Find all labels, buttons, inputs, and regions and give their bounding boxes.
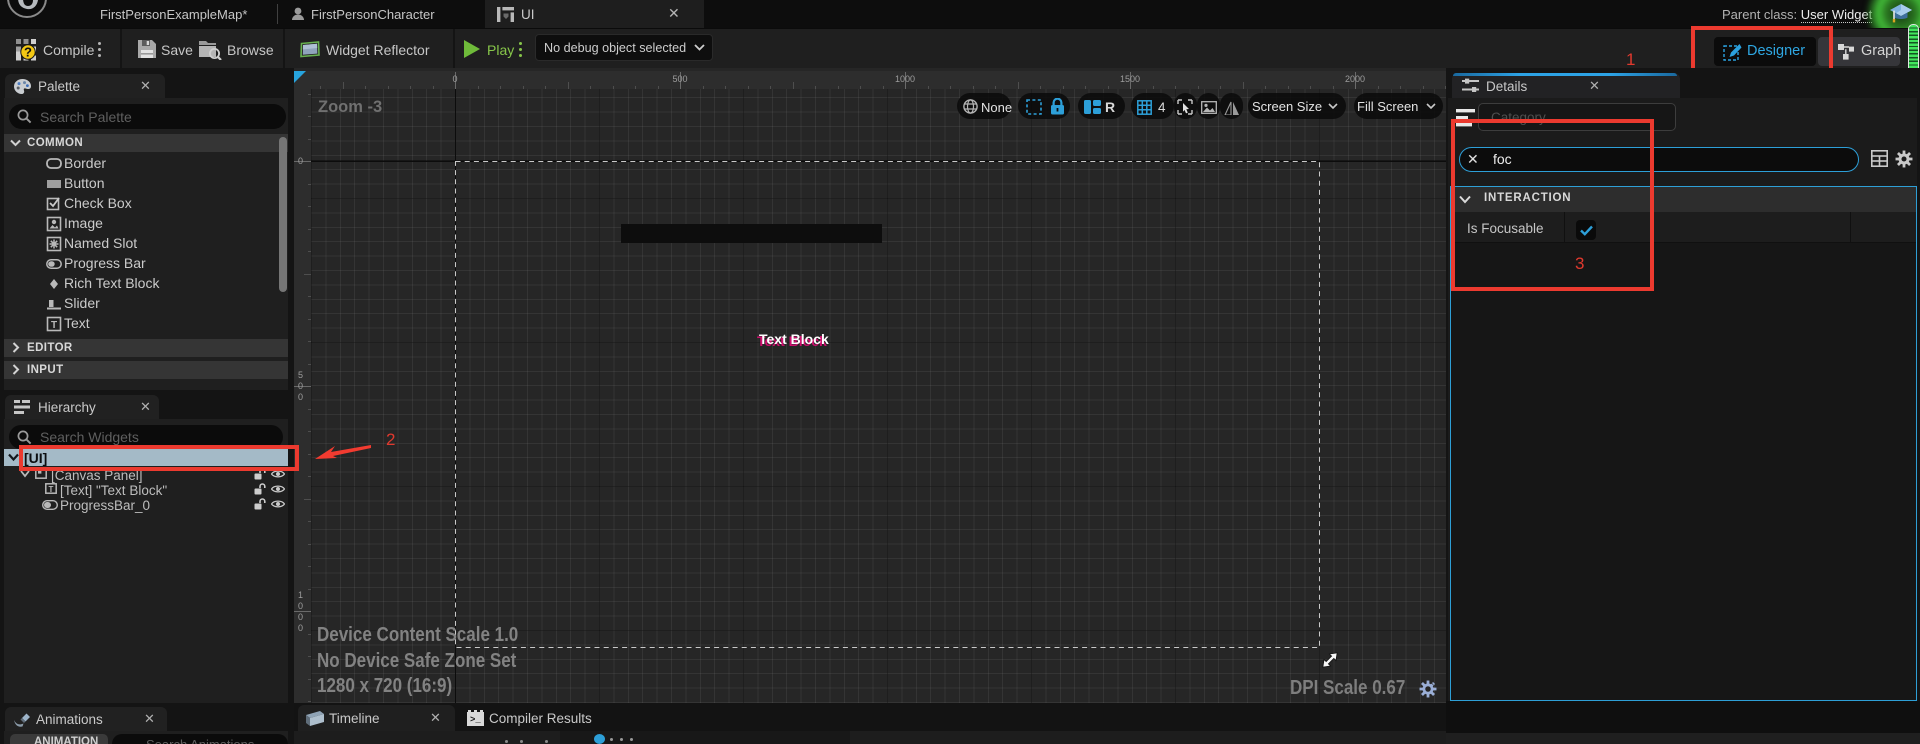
svg-text:?: ?	[24, 45, 32, 60]
svg-text:>_: >_	[470, 715, 481, 725]
svg-text:T: T	[49, 485, 54, 494]
svg-text:T: T	[51, 320, 57, 331]
